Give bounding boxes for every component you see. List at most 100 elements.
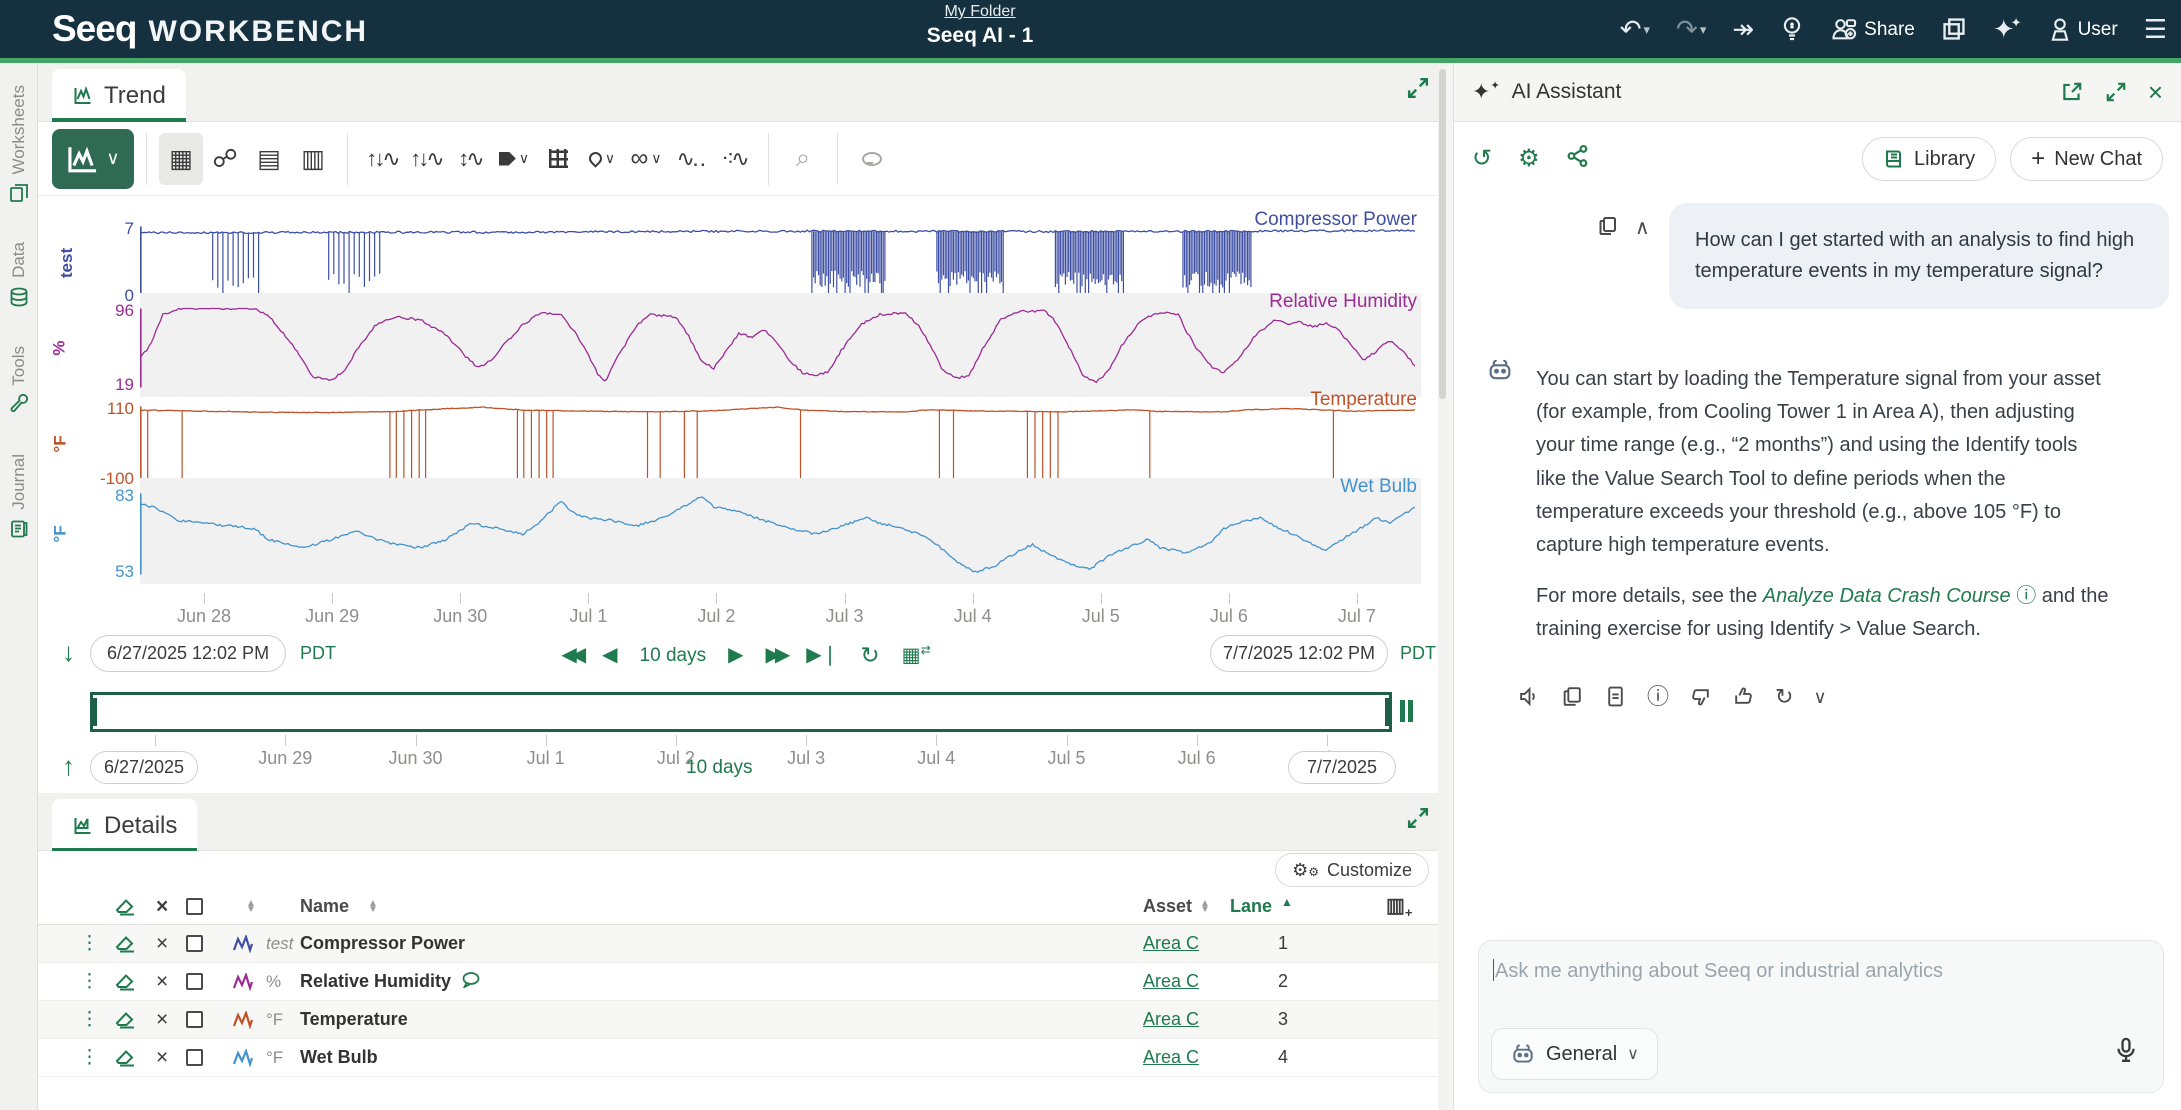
ai-expand-icon[interactable] [2104,80,2128,104]
share-access-button[interactable]: Share [1830,16,1915,42]
signal-name[interactable]: Wet Bulb [300,1047,378,1068]
sort-name-icon[interactable]: ▲▼ [368,901,378,912]
redo-button[interactable]: ↷▾ [1676,16,1706,42]
row-checkbox[interactable] [186,1011,203,1028]
dimming-button[interactable]: ∨ [580,133,624,185]
breadcrumb[interactable]: My Folder [944,3,1015,21]
more-chevron-icon[interactable]: ∨ [1813,688,1826,706]
table-row[interactable]: ⋮ × °F Wet Bulb Area C 4 [38,1039,1447,1077]
capsule-time-button[interactable]: ∞∨ [624,133,668,185]
table-row[interactable]: ⋮ × °F Temperature Area C 3 [38,1001,1447,1039]
ai-settings-gear-icon[interactable]: ⚙ [1518,144,1540,175]
chat-history-icon[interactable]: ↺ [1472,144,1492,175]
remove-all-icon[interactable]: × [156,895,168,919]
range-handle-left[interactable] [92,698,97,726]
auto-scale-button[interactable]: ↕∿ [448,133,492,185]
select-all-checkbox[interactable] [186,898,203,915]
step-forward-button[interactable]: ▶ [728,645,743,665]
investigate-range-button[interactable]: ▦⇄ [902,644,931,666]
ai-sparkles-button[interactable]: ✦✦ [1993,16,2022,42]
jump-back-button[interactable]: ◀◀ [561,645,580,665]
read-aloud-icon[interactable] [1518,685,1541,708]
value-idea-icon[interactable] [1780,16,1804,42]
asset-link[interactable]: Area C [1143,1047,1199,1068]
lane-label[interactable]: Compressor Power [1254,209,1417,231]
end-datetime-input[interactable]: 7/7/2025 12:02 PM [1210,635,1388,672]
time-axis[interactable]: Jun 28Jun 29Jun 30Jul 1Jul 2Jul 3Jul 4Ju… [140,593,1421,629]
row-menu-icon[interactable]: ⋮ [80,970,99,993]
end-timezone-label[interactable]: PDT [1400,643,1436,664]
table-row[interactable]: ⋮ × test Compressor Power Area C 1 [38,925,1447,963]
lane-layout-button[interactable]: ▤ [247,133,291,185]
jump-forward-button[interactable]: ▶▶ [765,645,784,665]
sample-markers-button[interactable]: ⁖∿ [712,133,756,185]
labels-button[interactable]: ∨ [492,133,536,185]
open-in-new-icon[interactable] [2060,80,2084,104]
compress-signals-button[interactable]: ↑↓∿ [360,133,404,185]
annotation-bubble-icon[interactable] [461,971,481,993]
thumbs-up-icon[interactable] [1732,685,1755,708]
column-header-name[interactable]: Name [300,896,349,917]
lane-compressor-power[interactable]: test 7 0 Compressor Power [38,225,1447,300]
answer-info-icon[interactable]: ⓘ [1647,686,1669,708]
lane-temperature[interactable]: °F 110 -100 Temperature [38,405,1447,483]
zoom-in-button[interactable]: ⌕ [781,133,825,185]
display-mode-button[interactable]: ∨ [52,129,134,189]
range-end-input[interactable]: 7/7/2025 [1288,751,1396,784]
sort-icon[interactable]: ▲▼ [246,901,256,912]
asset-link[interactable]: Area C [1143,1009,1199,1030]
asset-link[interactable]: Area C [1143,933,1199,954]
range-start-input[interactable]: 6/27/2025 [90,751,198,784]
copy-answer-icon[interactable] [1561,685,1584,708]
samples-table-button[interactable]: ▦ [159,133,203,185]
assistant-mode-dropdown[interactable]: General ∨ [1491,1028,1658,1080]
document-icon[interactable] [1604,685,1627,708]
signal-name[interactable]: Compressor Power [300,933,465,954]
duration-label[interactable]: 10 days [640,646,707,665]
row-eraser-icon[interactable] [116,1049,136,1067]
column-header-lane[interactable]: Lane [1230,896,1272,917]
details-expand-icon[interactable] [1405,805,1431,831]
annotate-button[interactable] [850,133,894,185]
library-button[interactable]: Library [1862,137,1996,181]
row-menu-icon[interactable]: ⋮ [80,1008,99,1031]
microphone-icon[interactable] [2113,1036,2139,1066]
forward-history-button[interactable]: ↠ [1732,16,1754,42]
ai-share-icon[interactable] [1566,144,1590,175]
trend-expand-icon[interactable] [1405,75,1431,101]
range-handle-right[interactable] [1385,698,1390,726]
asset-link[interactable]: Area C [1143,971,1199,992]
row-menu-icon[interactable]: ⋮ [80,1046,99,1069]
tab-trend[interactable]: Trend [52,69,186,122]
column-header-asset[interactable]: Asset [1143,896,1192,917]
user-menu-button[interactable]: User [2048,16,2118,42]
auto-update-button[interactable] [1400,700,1413,722]
row-remove-icon[interactable]: × [156,970,168,994]
lane-label[interactable]: Relative Humidity [1269,291,1417,313]
row-eraser-icon[interactable] [116,935,136,953]
row-checkbox[interactable] [186,935,203,952]
crash-course-link[interactable]: Analyze Data Crash Course [1763,585,2011,607]
row-remove-icon[interactable]: × [156,1008,168,1032]
sidebar-item-worksheets[interactable]: Worksheets [8,85,30,204]
row-checkbox[interactable] [186,1049,203,1066]
ai-input-field[interactable]: Ask me anything about Seeq or industrial… [1493,959,1943,983]
regenerate-icon[interactable]: ↻ [1775,686,1793,708]
lane-label[interactable]: Wet Bulb [1340,476,1417,498]
sidebar-item-tools[interactable]: Tools [8,346,30,416]
trend-scrollbar[interactable] [1438,63,1447,1110]
move-start-arrow-icon[interactable]: ↓ [62,637,75,668]
step-back-button[interactable]: ◀ [602,645,617,665]
lane-relative-humidity[interactable]: % 96 19 Relative Humidity [38,307,1447,389]
hamburger-menu-button[interactable]: ☰ [2144,16,2167,42]
copy-message-icon[interactable] [1597,215,1619,237]
row-eraser-icon[interactable] [116,973,136,991]
remove-all-eraser-icon[interactable] [116,898,136,916]
sidebar-item-data[interactable]: Data [8,242,30,308]
row-eraser-icon[interactable] [116,1011,136,1029]
row-remove-icon[interactable]: × [156,1046,168,1070]
signal-name[interactable]: Relative Humidity [300,971,481,993]
collapse-message-icon[interactable]: ∧ [1635,215,1650,240]
sort-asset-icon[interactable]: ▲▼ [1200,901,1210,912]
start-timezone-label[interactable]: PDT [300,643,336,664]
